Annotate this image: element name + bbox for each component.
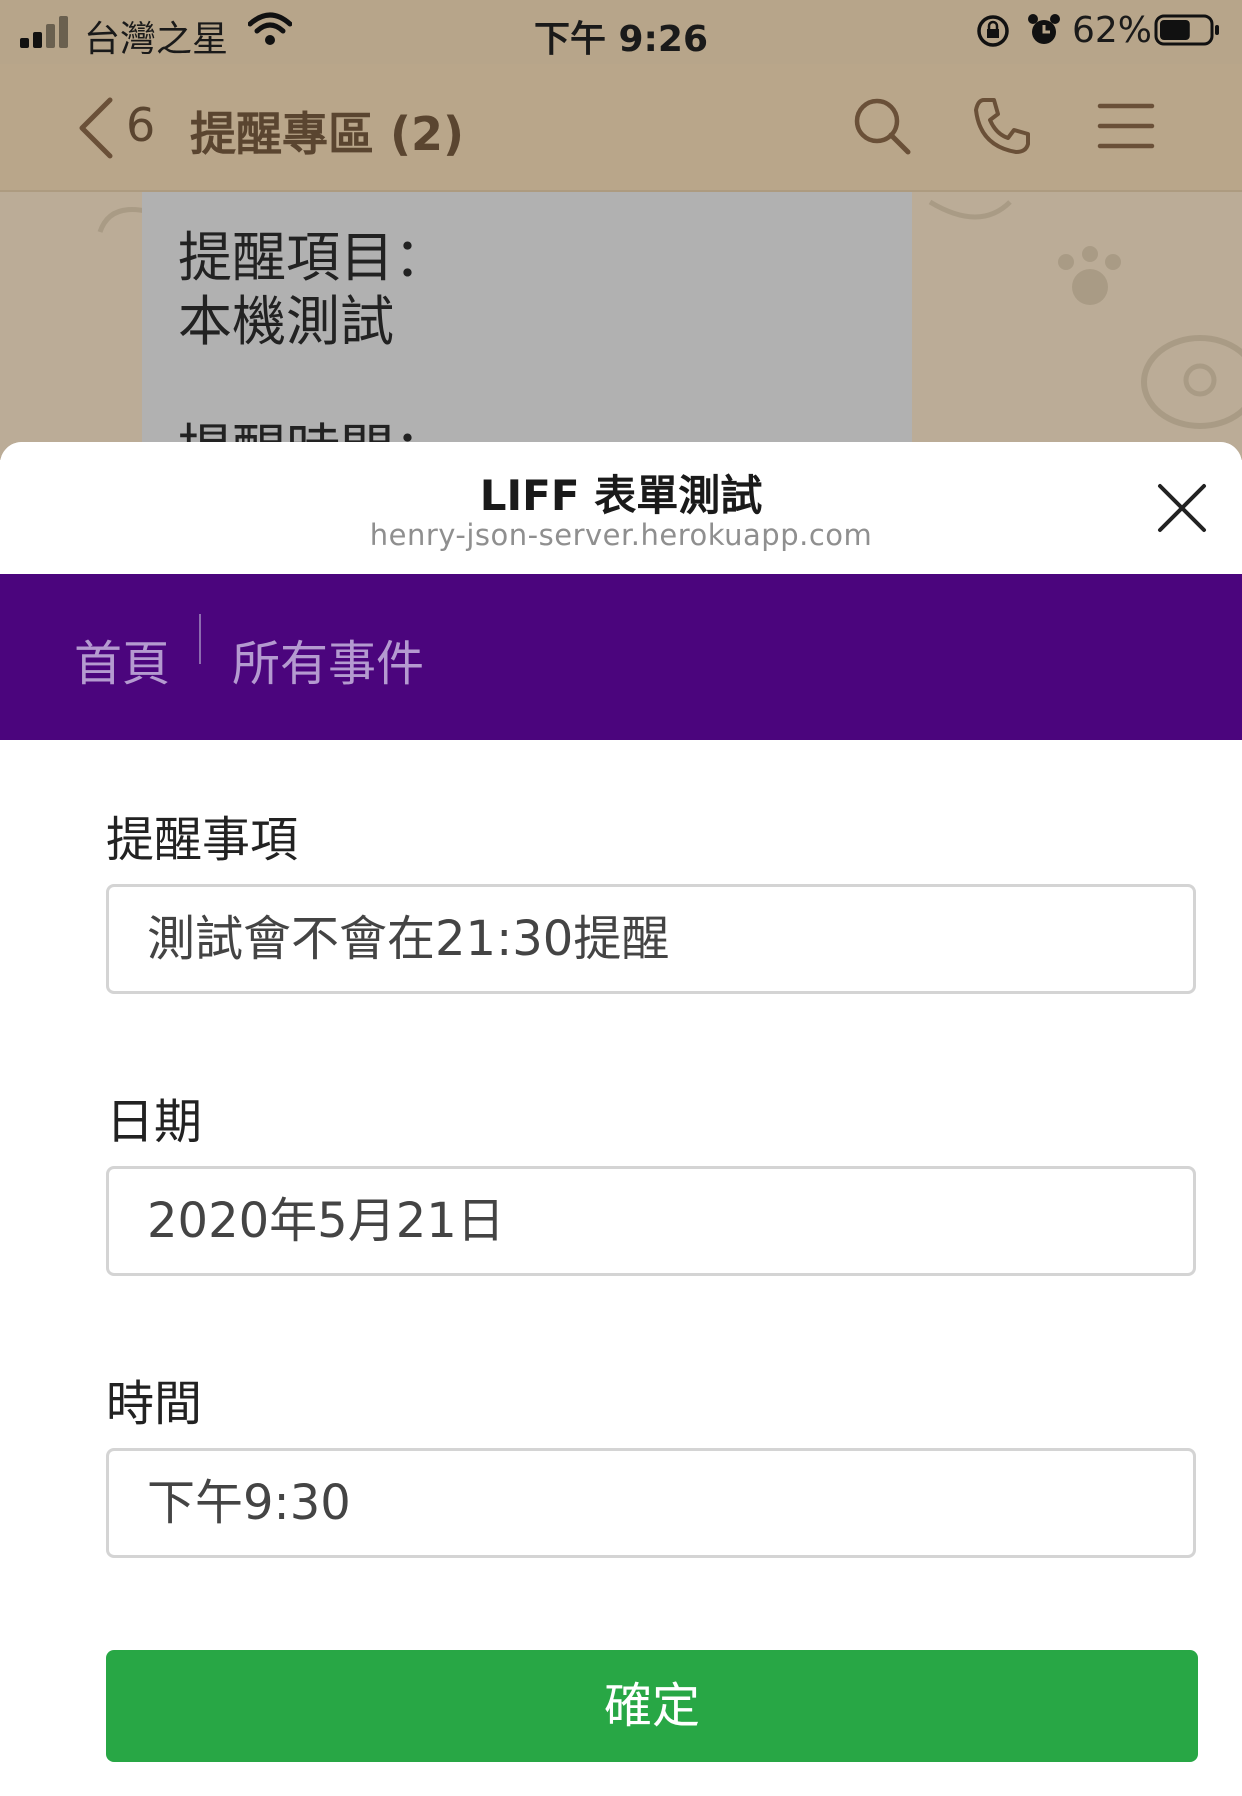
unread-count[interactable]: 6: [126, 98, 155, 152]
chat-message-bubble[interactable]: 提醒項目： 本機測試 提醒時間：: [142, 192, 912, 460]
site-nav: 首頁 所有事件: [0, 574, 1242, 740]
alarm-icon: [1028, 14, 1060, 44]
back-chevron-icon[interactable]: [76, 96, 116, 160]
chat-header: 6 提醒專區 (2): [0, 64, 1242, 192]
message-line-content: 本機測試: [178, 290, 394, 353]
orientation-lock-icon: [977, 15, 1009, 47]
search-icon[interactable]: [850, 94, 914, 158]
liff-header: LIFF 表單測試 henry-json-server.herokuapp.co…: [0, 442, 1242, 574]
nav-link-home[interactable]: 首頁: [74, 624, 170, 694]
reminder-label: 提醒事項: [106, 812, 299, 868]
date-label: 日期: [106, 1094, 203, 1150]
chat-title: 提醒專區 (2): [190, 107, 465, 161]
liff-sheet: LIFF 表單測試 henry-json-server.herokuapp.co…: [0, 442, 1242, 1796]
battery-icon: [1154, 14, 1219, 46]
time-input[interactable]: 下午9:30: [106, 1448, 1196, 1558]
battery-percent: 62%: [1072, 10, 1153, 51]
reminder-input[interactable]: 測試會不會在21:30提醒: [106, 884, 1196, 994]
close-icon[interactable]: [1152, 478, 1212, 538]
nav-divider: [199, 614, 201, 664]
time-label: 時間: [106, 1376, 203, 1432]
liff-url: henry-json-server.herokuapp.com: [369, 518, 873, 552]
submit-button[interactable]: 確定: [106, 1650, 1198, 1762]
menu-icon[interactable]: [1094, 94, 1158, 158]
status-bar: 台灣之星 下午 9:26 62%: [0, 0, 1242, 64]
date-input[interactable]: 2020年5月21日: [106, 1166, 1196, 1276]
phone-icon[interactable]: [970, 94, 1034, 158]
chat-background: 台灣之星 下午 9:26 62% 6 提醒專區 (2) 提醒項目： 本機測試 提…: [0, 0, 1242, 460]
message-line-item: 提醒項目：: [178, 226, 448, 289]
nav-link-all-events[interactable]: 所有事件: [232, 624, 424, 694]
chat-area: 提醒項目： 本機測試 提醒時間：: [0, 192, 1242, 460]
liff-title: LIFF 表單測試: [479, 471, 763, 520]
